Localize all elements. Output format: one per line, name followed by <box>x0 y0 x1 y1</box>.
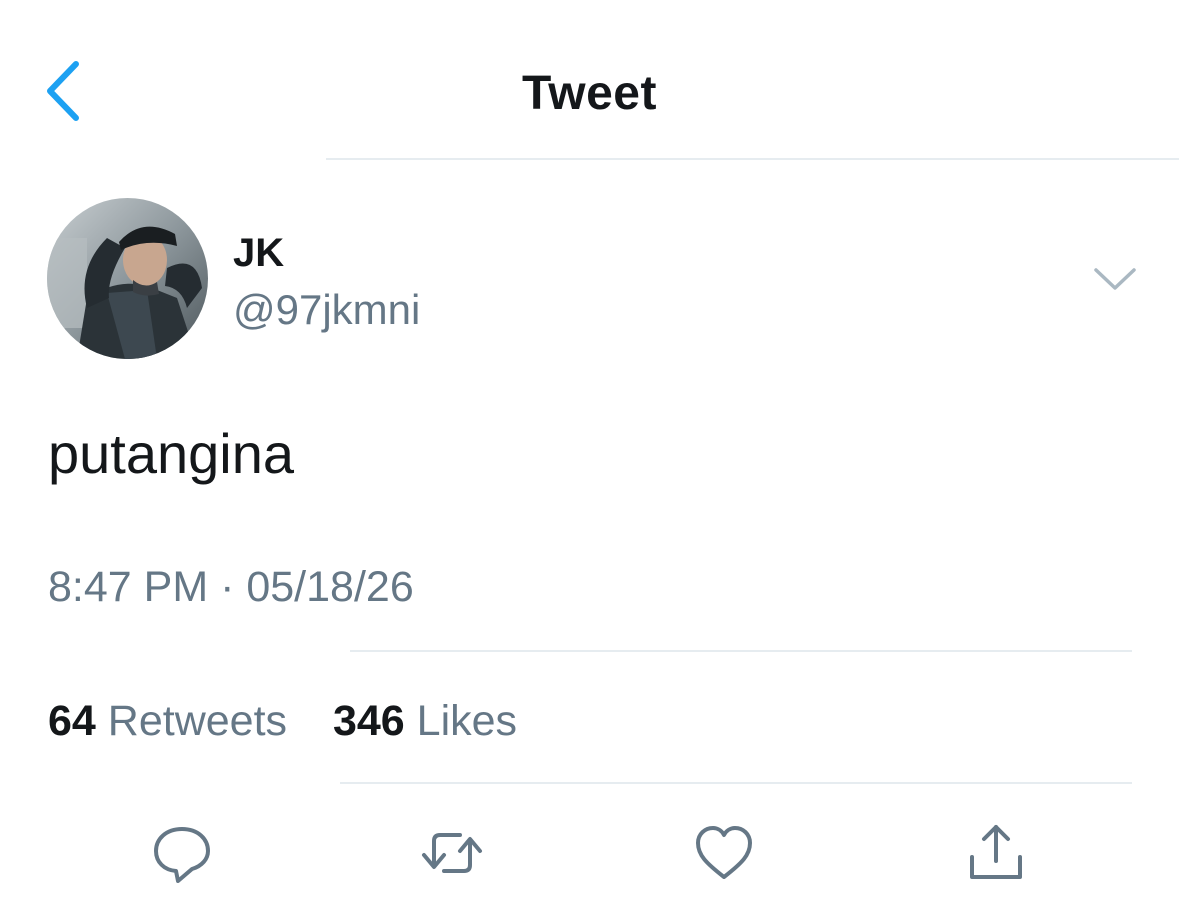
likes-stat[interactable]: 346 Likes <box>333 697 517 745</box>
share-icon <box>970 825 1022 879</box>
tweet-timestamp: 8:47 PM · 05/18/26 <box>48 563 414 611</box>
retweet-icon <box>422 833 482 873</box>
header-divider <box>326 158 1179 160</box>
divider <box>350 650 1132 652</box>
chevron-down-icon <box>1094 268 1136 290</box>
user-handle: @97jkmni <box>233 286 421 333</box>
likes-label: Likes <box>416 697 518 745</box>
avatar[interactable] <box>47 198 208 359</box>
retweets-stat[interactable]: 64 Retweets <box>48 697 299 745</box>
retweet-button[interactable] <box>417 818 487 888</box>
like-button[interactable] <box>689 818 759 888</box>
retweets-label: Retweets <box>107 697 288 745</box>
page-title: Tweet <box>522 67 657 120</box>
divider <box>340 782 1132 784</box>
heart-icon <box>696 826 752 879</box>
more-options-button[interactable] <box>1090 258 1140 298</box>
reply-icon <box>154 827 210 883</box>
retweets-count: 64 <box>48 697 96 745</box>
avatar-photo <box>47 198 208 359</box>
share-button[interactable] <box>961 818 1031 888</box>
likes-count: 346 <box>332 697 405 745</box>
display-name: JK <box>233 231 285 275</box>
reply-button[interactable] <box>147 818 217 888</box>
tweet-stats: 64 Retweets 346 Likes <box>48 692 517 750</box>
tweet-text: putangina <box>48 422 295 485</box>
